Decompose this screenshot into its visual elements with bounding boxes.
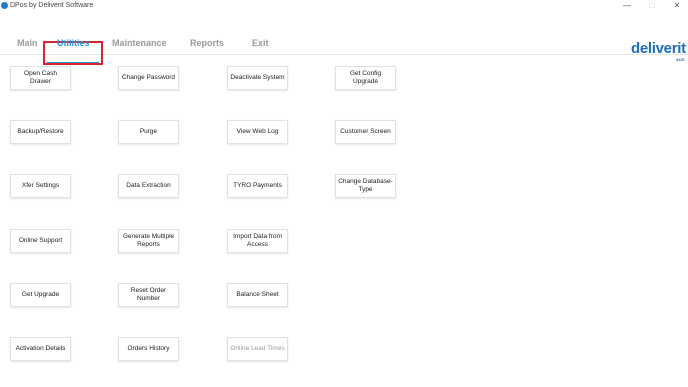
tab-main[interactable]: Main bbox=[17, 37, 38, 49]
orders-history-button[interactable]: Orders History bbox=[118, 337, 179, 361]
online-lead-times-button[interactable]: Online Lead Times bbox=[227, 337, 288, 361]
deliverit-logo: deliverit bbox=[631, 40, 686, 57]
generate-multiple-reports-button[interactable]: Generate Multiple Reports bbox=[118, 229, 179, 253]
window-title: DPos by Deliverit Software bbox=[10, 2, 94, 9]
change-database-type-button[interactable]: Change Database-Type bbox=[335, 174, 396, 198]
active-tab-underline bbox=[47, 62, 99, 63]
change-password-button[interactable]: Change Password bbox=[118, 66, 179, 90]
minimize-button[interactable]: — bbox=[617, 0, 637, 12]
tab-exit[interactable]: Exit bbox=[252, 37, 269, 49]
purge-button[interactable]: Purge bbox=[118, 120, 179, 144]
activation-details-button[interactable]: Activation Details bbox=[10, 337, 71, 361]
import-data-from-access-button[interactable]: Import Data from Access bbox=[227, 229, 288, 253]
tab-reports[interactable]: Reports bbox=[190, 37, 224, 49]
open-cash-drawer-button[interactable]: Open Cash Drawer bbox=[10, 66, 71, 90]
logo-subtext: AUS bbox=[676, 57, 685, 62]
app-icon bbox=[1, 2, 8, 9]
title-bar: DPos by Deliverit Software — □ ✕ bbox=[0, 0, 688, 13]
menu-bar: Main Utilities Maintenance Reports Exit … bbox=[0, 13, 688, 65]
online-support-button[interactable]: Online Support bbox=[10, 229, 71, 253]
close-button[interactable]: ✕ bbox=[667, 0, 687, 12]
data-extraction-button[interactable]: Data Extraction bbox=[118, 174, 179, 198]
backup-restore-button[interactable]: Backup/Restore bbox=[10, 120, 71, 144]
customer-screen-button[interactable]: Customer Screen bbox=[335, 120, 396, 144]
get-config-upgrade-button[interactable]: Get Config Upgrade bbox=[335, 66, 396, 90]
tab-utilities[interactable]: Utilities bbox=[57, 37, 90, 49]
xfer-settings-button[interactable]: Xfer Settings bbox=[10, 174, 71, 198]
reset-order-number-button[interactable]: Reset Order Number bbox=[118, 283, 179, 307]
tyro-payments-button[interactable]: TYRO Payments bbox=[227, 174, 288, 198]
tab-maintenance[interactable]: Maintenance bbox=[112, 37, 167, 49]
maximize-button[interactable]: □ bbox=[642, 0, 662, 12]
deactivate-system-button[interactable]: Deactivate System bbox=[227, 66, 288, 90]
view-web-log-button[interactable]: View Web Log bbox=[227, 120, 288, 144]
balance-sheet-button[interactable]: Balance Sheet bbox=[227, 283, 288, 307]
get-upgrade-button[interactable]: Get Upgrade bbox=[10, 283, 71, 307]
